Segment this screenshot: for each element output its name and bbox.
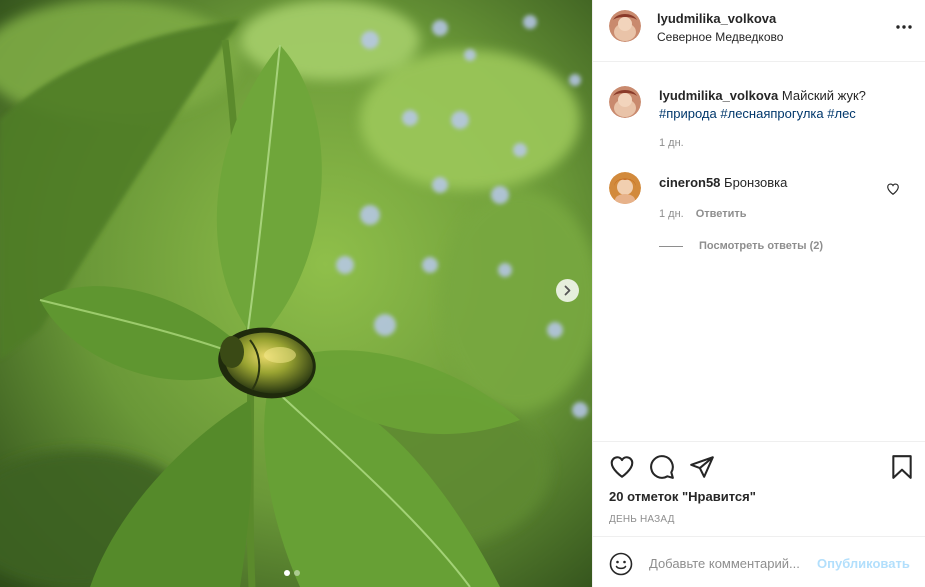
post-author-username[interactable]: lyudmilika_volkova (657, 11, 776, 26)
comment-like-icon[interactable] (886, 182, 900, 196)
comment-item: cineron58 Бронзовка (659, 175, 787, 190)
avatar[interactable] (609, 86, 641, 118)
more-dots-icon (896, 25, 912, 29)
post-timestamp[interactable]: ДЕНЬ НАЗАД (609, 514, 675, 525)
likes-count[interactable]: 20 отметок "Нравится" (609, 489, 756, 504)
next-photo-button[interactable] (556, 279, 579, 302)
post-actions: 20 отметок "Нравится" ДЕНЬ НАЗАД (593, 441, 925, 536)
comment-bubble-icon[interactable] (649, 454, 675, 480)
chevron-right-icon (564, 285, 571, 296)
comments-section: lyudmilika_volkova Майский жук? #природа… (593, 62, 925, 441)
carousel-indicator (284, 570, 300, 576)
more-options-button[interactable] (893, 17, 915, 37)
reply-button[interactable]: Ответить (696, 208, 747, 220)
add-comment-bar: Опубликовать (593, 536, 925, 587)
post-side-panel: lyudmilika_volkova Северное Медведково l… (592, 0, 925, 587)
paper-plane-icon[interactable] (689, 454, 715, 480)
avatar[interactable] (609, 10, 641, 42)
caption-timestamp[interactable]: 1 дн. (659, 137, 684, 149)
hashtag[interactable]: #леснаяпрогулка (720, 106, 823, 121)
caption-username[interactable]: lyudmilika_volkova (659, 88, 778, 103)
comment-username[interactable]: cineron58 (659, 175, 720, 190)
post-location[interactable]: Северное Медведково (657, 30, 783, 44)
comment-timestamp[interactable]: 1 дн. (659, 208, 684, 220)
publish-button[interactable]: Опубликовать (817, 556, 910, 571)
comment-text: Бронзовка (724, 175, 788, 190)
post-caption: lyudmilika_volkova Майский жук? #природа… (659, 87, 909, 123)
caption-text: Майский жук? (781, 88, 866, 103)
avatar[interactable] (609, 172, 641, 204)
view-replies-label: Посмотреть ответы (2) (699, 240, 824, 252)
heart-icon[interactable] (609, 454, 635, 480)
emoji-smile-icon[interactable] (609, 552, 633, 576)
post-photo[interactable] (0, 0, 592, 587)
comment-meta: 1 дн. Ответить (659, 208, 747, 220)
post-header: lyudmilika_volkova Северное Медведково (593, 0, 925, 62)
bookmark-icon[interactable] (889, 454, 915, 480)
divider (659, 245, 683, 247)
carousel-dot (294, 570, 300, 576)
hashtag[interactable]: #лес (827, 106, 856, 121)
view-replies-button[interactable]: Посмотреть ответы (2) (659, 240, 823, 252)
hashtag[interactable]: #природа (659, 106, 717, 121)
beetle-on-leaf-image (0, 0, 592, 587)
comment-input[interactable] (649, 551, 814, 575)
carousel-dot-active (284, 570, 290, 576)
